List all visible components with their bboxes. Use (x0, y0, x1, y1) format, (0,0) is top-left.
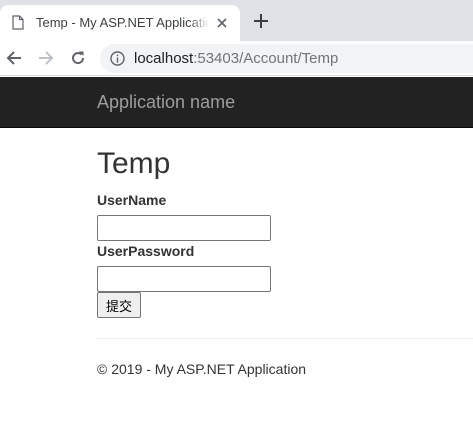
tab-title-fade (188, 13, 210, 33)
browser-tab[interactable]: Temp - My ASP.NET Application (0, 5, 240, 41)
url-text: localhost:53403/Account/Temp (134, 50, 338, 67)
browser-tab-strip: Temp - My ASP.NET Application (0, 0, 473, 41)
site-navbar: Application name (0, 77, 473, 128)
back-arrow-icon[interactable] (6, 50, 22, 66)
username-input[interactable] (97, 215, 271, 241)
submit-button[interactable]: 提交 (97, 292, 141, 318)
password-input[interactable] (97, 266, 271, 292)
page-title: Temp (97, 147, 171, 180)
tab-title: Temp - My ASP.NET Application (36, 15, 208, 30)
reload-icon[interactable] (70, 50, 86, 66)
url-host: localhost (134, 50, 194, 67)
brand-link[interactable]: Application name (97, 92, 235, 113)
forward-arrow-icon[interactable] (38, 50, 54, 66)
new-tab-plus-icon[interactable] (254, 14, 268, 28)
footer-copyright: © 2019 - My ASP.NET Application (97, 361, 307, 377)
info-icon[interactable] (110, 51, 125, 66)
document-icon (12, 15, 24, 30)
footer-divider (97, 338, 473, 339)
browser-toolbar: localhost:53403/Account/Temp (0, 41, 473, 76)
close-icon[interactable] (215, 16, 229, 30)
address-bar[interactable]: localhost:53403/Account/Temp (100, 44, 473, 73)
username-label: UserName (97, 192, 167, 208)
password-label: UserPassword (97, 243, 195, 259)
url-path: :53403/Account/Temp (193, 50, 339, 67)
